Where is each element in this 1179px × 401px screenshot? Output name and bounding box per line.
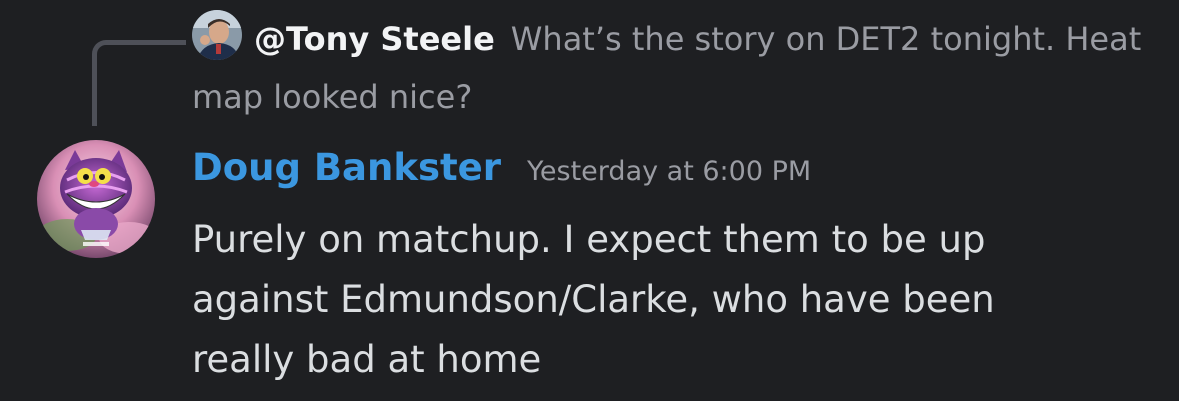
reply-preview[interactable]: @Tony Steele What’s the story on DET2 ton…	[192, 10, 1152, 126]
reply-spine	[92, 40, 186, 126]
reply-author-name[interactable]: @Tony Steele	[254, 20, 495, 58]
author-name[interactable]: Doug Bankster	[192, 146, 501, 189]
message-content: Purely on matchup. I expect them to be u…	[192, 218, 995, 381]
reply-author-avatar[interactable]	[192, 10, 242, 60]
chat-message: @Tony Steele What’s the story on DET2 ton…	[0, 0, 1179, 401]
author-avatar[interactable]	[37, 140, 155, 258]
message-header: Doug Bankster Yesterday at 6:00 PM	[192, 146, 811, 202]
message-timestamp[interactable]: Yesterday at 6:00 PM	[527, 156, 811, 187]
